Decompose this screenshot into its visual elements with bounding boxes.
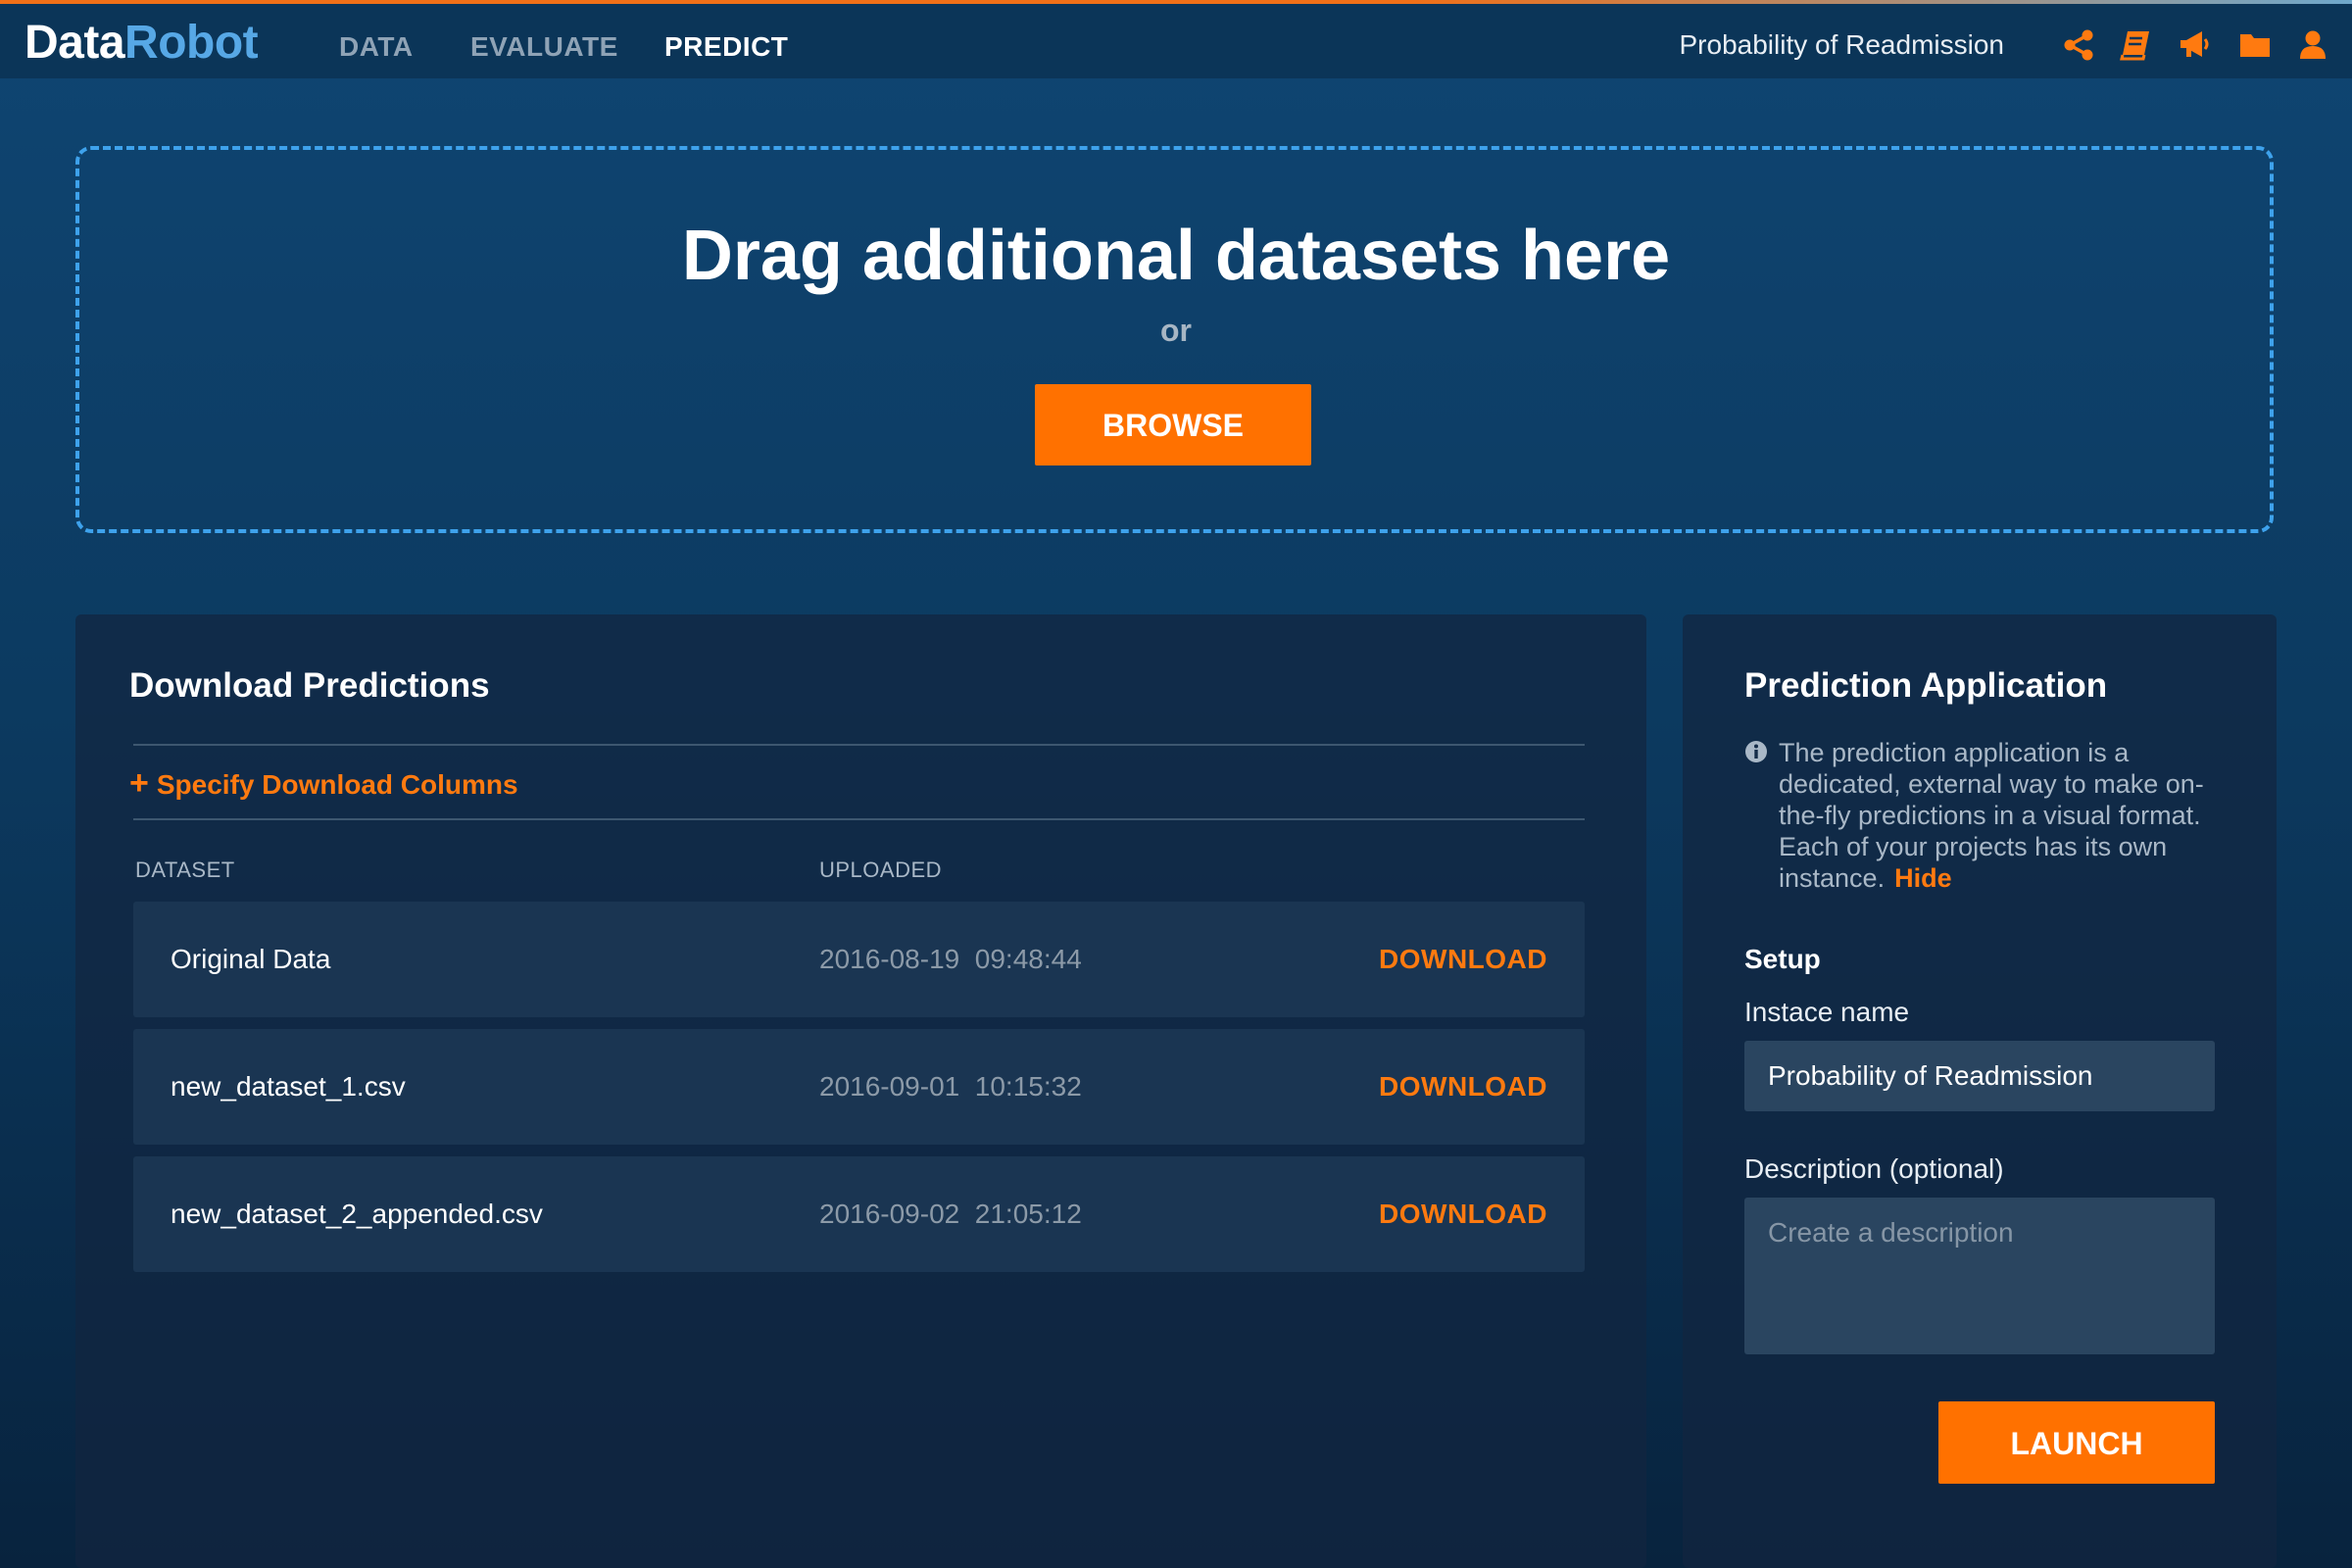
download-predictions-title: Download Predictions <box>129 666 490 705</box>
specify-download-columns-link[interactable]: + Specify Download Columns <box>129 764 518 803</box>
dataset-name: Original Data <box>171 944 331 974</box>
project-name[interactable]: Probability of Readmission <box>1680 29 2005 61</box>
hide-link[interactable]: Hide <box>1894 863 1952 893</box>
divider <box>133 744 1585 746</box>
dropzone-or-text: or <box>1160 313 1192 348</box>
instance-name-input[interactable]: Probability of Readmission <box>1744 1041 2215 1111</box>
description-field[interactable] <box>1744 1198 2215 1354</box>
divider <box>133 818 1585 820</box>
table-row: Original Data 2016-08-19 09:48:44 DOWNLO… <box>133 902 1585 1017</box>
table-row: new_dataset_1.csv 2016-09-01 10:15:32 DO… <box>133 1029 1585 1145</box>
column-header-uploaded[interactable]: UPLOADED <box>819 858 942 883</box>
uploaded-timestamp: 2016-09-02 21:05:12 <box>819 1199 1082 1229</box>
nav-tab-evaluate[interactable]: EVALUATE <box>470 31 618 63</box>
folder-icon[interactable] <box>2237 27 2273 63</box>
plus-icon: + <box>129 764 149 802</box>
datarobot-logo[interactable]: DataRobot <box>24 16 259 70</box>
user-icon[interactable] <box>2295 27 2330 63</box>
setup-heading: Setup <box>1744 944 1821 974</box>
share-icon[interactable] <box>2061 27 2096 63</box>
download-button[interactable]: DOWNLOAD <box>1379 1156 1547 1272</box>
nav-tab-predict[interactable]: PREDICT <box>664 31 788 63</box>
book-icon[interactable] <box>2118 27 2153 63</box>
megaphone-icon[interactable] <box>2177 27 2212 63</box>
download-button[interactable]: DOWNLOAD <box>1379 902 1547 1017</box>
info-icon <box>1745 741 1767 762</box>
uploaded-timestamp: 2016-09-01 10:15:32 <box>819 1071 1082 1102</box>
download-button[interactable]: DOWNLOAD <box>1379 1029 1547 1145</box>
browse-button[interactable]: BROWSE <box>1035 384 1311 466</box>
dataset-name: new_dataset_1.csv <box>171 1071 406 1102</box>
top-navigation-bar: DataRobot DATA EVALUATE PREDICT Probabil… <box>0 4 2352 78</box>
description-label: Description (optional) <box>1744 1153 2004 1184</box>
instance-name-label: Instace name <box>1744 997 1910 1027</box>
prediction-application-title: Prediction Application <box>1744 666 2108 705</box>
column-header-dataset[interactable]: DATASET <box>135 858 235 883</box>
nav-tab-data[interactable]: DATA <box>339 31 414 63</box>
dropzone-title: Drag additional datasets here <box>681 217 1671 295</box>
info-text: The prediction application is a dedicate… <box>1779 738 2204 893</box>
uploaded-timestamp: 2016-08-19 09:48:44 <box>819 944 1082 974</box>
table-row: new_dataset_2_appended.csv 2016-09-02 21… <box>133 1156 1585 1272</box>
launch-button[interactable]: LAUNCH <box>1938 1401 2215 1484</box>
dataset-name: new_dataset_2_appended.csv <box>171 1199 543 1229</box>
